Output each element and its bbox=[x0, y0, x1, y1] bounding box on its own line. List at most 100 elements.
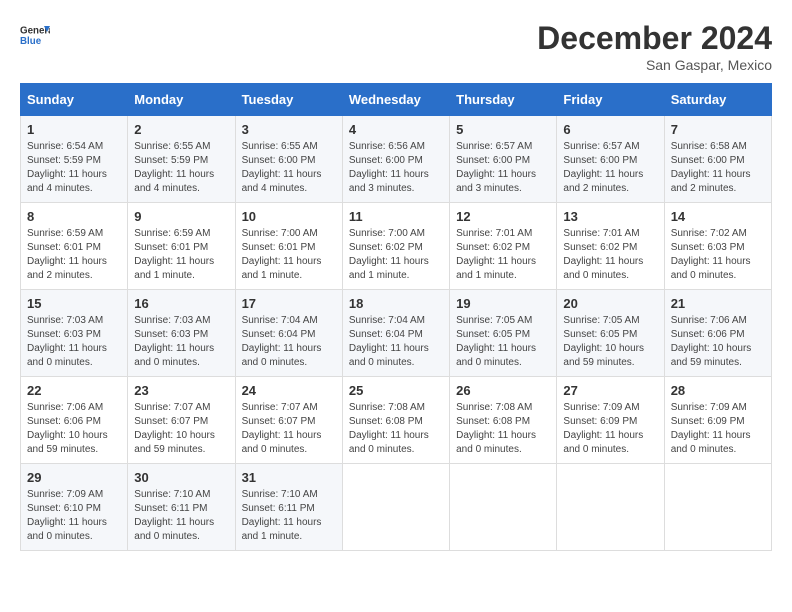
table-row: 14 Sunrise: 7:02 AMSunset: 6:03 PMDaylig… bbox=[664, 203, 771, 290]
day-info: Sunrise: 7:09 AMSunset: 6:09 PMDaylight:… bbox=[671, 402, 751, 455]
svg-text:Blue: Blue bbox=[20, 36, 42, 47]
title-block: December 2024 San Gaspar, Mexico bbox=[537, 20, 772, 73]
table-row: 30 Sunrise: 7:10 AMSunset: 6:11 PMDaylig… bbox=[128, 464, 235, 551]
col-wednesday: Wednesday bbox=[342, 84, 449, 116]
empty-cell bbox=[664, 464, 771, 551]
page-header: General Blue December 2024 San Gaspar, M… bbox=[20, 20, 772, 73]
day-info: Sunrise: 6:58 AMSunset: 6:00 PMDaylight:… bbox=[671, 141, 751, 194]
col-monday: Monday bbox=[128, 84, 235, 116]
table-row: 18 Sunrise: 7:04 AMSunset: 6:04 PMDaylig… bbox=[342, 290, 449, 377]
table-row: 26 Sunrise: 7:08 AMSunset: 6:08 PMDaylig… bbox=[450, 377, 557, 464]
table-row: 13 Sunrise: 7:01 AMSunset: 6:02 PMDaylig… bbox=[557, 203, 664, 290]
day-info: Sunrise: 7:02 AMSunset: 6:03 PMDaylight:… bbox=[671, 228, 751, 281]
col-tuesday: Tuesday bbox=[235, 84, 342, 116]
table-row: 6 Sunrise: 6:57 AMSunset: 6:00 PMDayligh… bbox=[557, 116, 664, 203]
calendar-table: Sunday Monday Tuesday Wednesday Thursday… bbox=[20, 83, 772, 551]
day-number: 5 bbox=[456, 122, 550, 137]
empty-cell bbox=[450, 464, 557, 551]
table-row: 15 Sunrise: 7:03 AMSunset: 6:03 PMDaylig… bbox=[21, 290, 128, 377]
day-number: 12 bbox=[456, 209, 550, 224]
day-number: 18 bbox=[349, 296, 443, 311]
day-info: Sunrise: 7:07 AMSunset: 6:07 PMDaylight:… bbox=[134, 402, 215, 455]
calendar-week-row: 1 Sunrise: 6:54 AMSunset: 5:59 PMDayligh… bbox=[21, 116, 772, 203]
day-info: Sunrise: 7:03 AMSunset: 6:03 PMDaylight:… bbox=[134, 315, 214, 368]
table-row: 27 Sunrise: 7:09 AMSunset: 6:09 PMDaylig… bbox=[557, 377, 664, 464]
day-number: 11 bbox=[349, 209, 443, 224]
table-row: 22 Sunrise: 7:06 AMSunset: 6:06 PMDaylig… bbox=[21, 377, 128, 464]
day-info: Sunrise: 7:10 AMSunset: 6:11 PMDaylight:… bbox=[242, 489, 322, 542]
table-row: 11 Sunrise: 7:00 AMSunset: 6:02 PMDaylig… bbox=[342, 203, 449, 290]
location: San Gaspar, Mexico bbox=[537, 57, 772, 73]
calendar-week-row: 15 Sunrise: 7:03 AMSunset: 6:03 PMDaylig… bbox=[21, 290, 772, 377]
day-number: 3 bbox=[242, 122, 336, 137]
day-info: Sunrise: 7:04 AMSunset: 6:04 PMDaylight:… bbox=[349, 315, 429, 368]
table-row: 16 Sunrise: 7:03 AMSunset: 6:03 PMDaylig… bbox=[128, 290, 235, 377]
table-row: 1 Sunrise: 6:54 AMSunset: 5:59 PMDayligh… bbox=[21, 116, 128, 203]
col-sunday: Sunday bbox=[21, 84, 128, 116]
day-number: 19 bbox=[456, 296, 550, 311]
table-row: 21 Sunrise: 7:06 AMSunset: 6:06 PMDaylig… bbox=[664, 290, 771, 377]
table-row: 7 Sunrise: 6:58 AMSunset: 6:00 PMDayligh… bbox=[664, 116, 771, 203]
day-number: 15 bbox=[27, 296, 121, 311]
day-number: 7 bbox=[671, 122, 765, 137]
day-info: Sunrise: 6:57 AMSunset: 6:00 PMDaylight:… bbox=[456, 141, 536, 194]
day-info: Sunrise: 7:08 AMSunset: 6:08 PMDaylight:… bbox=[456, 402, 536, 455]
day-info: Sunrise: 6:55 AMSunset: 5:59 PMDaylight:… bbox=[134, 141, 214, 194]
day-number: 13 bbox=[563, 209, 657, 224]
day-info: Sunrise: 6:56 AMSunset: 6:00 PMDaylight:… bbox=[349, 141, 429, 194]
day-info: Sunrise: 6:59 AMSunset: 6:01 PMDaylight:… bbox=[27, 228, 107, 281]
header-row: Sunday Monday Tuesday Wednesday Thursday… bbox=[21, 84, 772, 116]
table-row: 20 Sunrise: 7:05 AMSunset: 6:05 PMDaylig… bbox=[557, 290, 664, 377]
day-info: Sunrise: 7:09 AMSunset: 6:09 PMDaylight:… bbox=[563, 402, 643, 455]
table-row: 24 Sunrise: 7:07 AMSunset: 6:07 PMDaylig… bbox=[235, 377, 342, 464]
day-info: Sunrise: 7:05 AMSunset: 6:05 PMDaylight:… bbox=[456, 315, 536, 368]
table-row: 31 Sunrise: 7:10 AMSunset: 6:11 PMDaylig… bbox=[235, 464, 342, 551]
day-number: 25 bbox=[349, 383, 443, 398]
day-number: 9 bbox=[134, 209, 228, 224]
logo: General Blue bbox=[20, 20, 50, 50]
day-number: 26 bbox=[456, 383, 550, 398]
day-info: Sunrise: 7:00 AMSunset: 6:01 PMDaylight:… bbox=[242, 228, 322, 281]
table-row: 5 Sunrise: 6:57 AMSunset: 6:00 PMDayligh… bbox=[450, 116, 557, 203]
col-saturday: Saturday bbox=[664, 84, 771, 116]
day-number: 16 bbox=[134, 296, 228, 311]
logo-icon: General Blue bbox=[20, 20, 50, 50]
table-row: 3 Sunrise: 6:55 AMSunset: 6:00 PMDayligh… bbox=[235, 116, 342, 203]
day-info: Sunrise: 6:54 AMSunset: 5:59 PMDaylight:… bbox=[27, 141, 107, 194]
day-info: Sunrise: 7:09 AMSunset: 6:10 PMDaylight:… bbox=[27, 489, 107, 542]
day-info: Sunrise: 7:05 AMSunset: 6:05 PMDaylight:… bbox=[563, 315, 644, 368]
table-row: 23 Sunrise: 7:07 AMSunset: 6:07 PMDaylig… bbox=[128, 377, 235, 464]
day-info: Sunrise: 6:59 AMSunset: 6:01 PMDaylight:… bbox=[134, 228, 214, 281]
day-info: Sunrise: 7:06 AMSunset: 6:06 PMDaylight:… bbox=[27, 402, 108, 455]
table-row: 17 Sunrise: 7:04 AMSunset: 6:04 PMDaylig… bbox=[235, 290, 342, 377]
day-info: Sunrise: 7:01 AMSunset: 6:02 PMDaylight:… bbox=[456, 228, 536, 281]
day-number: 23 bbox=[134, 383, 228, 398]
day-number: 14 bbox=[671, 209, 765, 224]
day-number: 4 bbox=[349, 122, 443, 137]
table-row: 9 Sunrise: 6:59 AMSunset: 6:01 PMDayligh… bbox=[128, 203, 235, 290]
day-number: 28 bbox=[671, 383, 765, 398]
day-number: 6 bbox=[563, 122, 657, 137]
table-row: 12 Sunrise: 7:01 AMSunset: 6:02 PMDaylig… bbox=[450, 203, 557, 290]
empty-cell bbox=[557, 464, 664, 551]
day-number: 1 bbox=[27, 122, 121, 137]
day-info: Sunrise: 7:08 AMSunset: 6:08 PMDaylight:… bbox=[349, 402, 429, 455]
day-info: Sunrise: 7:06 AMSunset: 6:06 PMDaylight:… bbox=[671, 315, 752, 368]
day-info: Sunrise: 7:03 AMSunset: 6:03 PMDaylight:… bbox=[27, 315, 107, 368]
day-number: 31 bbox=[242, 470, 336, 485]
day-number: 27 bbox=[563, 383, 657, 398]
day-number: 24 bbox=[242, 383, 336, 398]
table-row: 10 Sunrise: 7:00 AMSunset: 6:01 PMDaylig… bbox=[235, 203, 342, 290]
table-row: 25 Sunrise: 7:08 AMSunset: 6:08 PMDaylig… bbox=[342, 377, 449, 464]
day-number: 29 bbox=[27, 470, 121, 485]
calendar-week-row: 8 Sunrise: 6:59 AMSunset: 6:01 PMDayligh… bbox=[21, 203, 772, 290]
day-info: Sunrise: 7:10 AMSunset: 6:11 PMDaylight:… bbox=[134, 489, 214, 542]
month-title: December 2024 bbox=[537, 20, 772, 57]
day-info: Sunrise: 7:00 AMSunset: 6:02 PMDaylight:… bbox=[349, 228, 429, 281]
table-row: 28 Sunrise: 7:09 AMSunset: 6:09 PMDaylig… bbox=[664, 377, 771, 464]
table-row: 4 Sunrise: 6:56 AMSunset: 6:00 PMDayligh… bbox=[342, 116, 449, 203]
table-row: 29 Sunrise: 7:09 AMSunset: 6:10 PMDaylig… bbox=[21, 464, 128, 551]
col-friday: Friday bbox=[557, 84, 664, 116]
day-number: 17 bbox=[242, 296, 336, 311]
day-info: Sunrise: 7:07 AMSunset: 6:07 PMDaylight:… bbox=[242, 402, 322, 455]
